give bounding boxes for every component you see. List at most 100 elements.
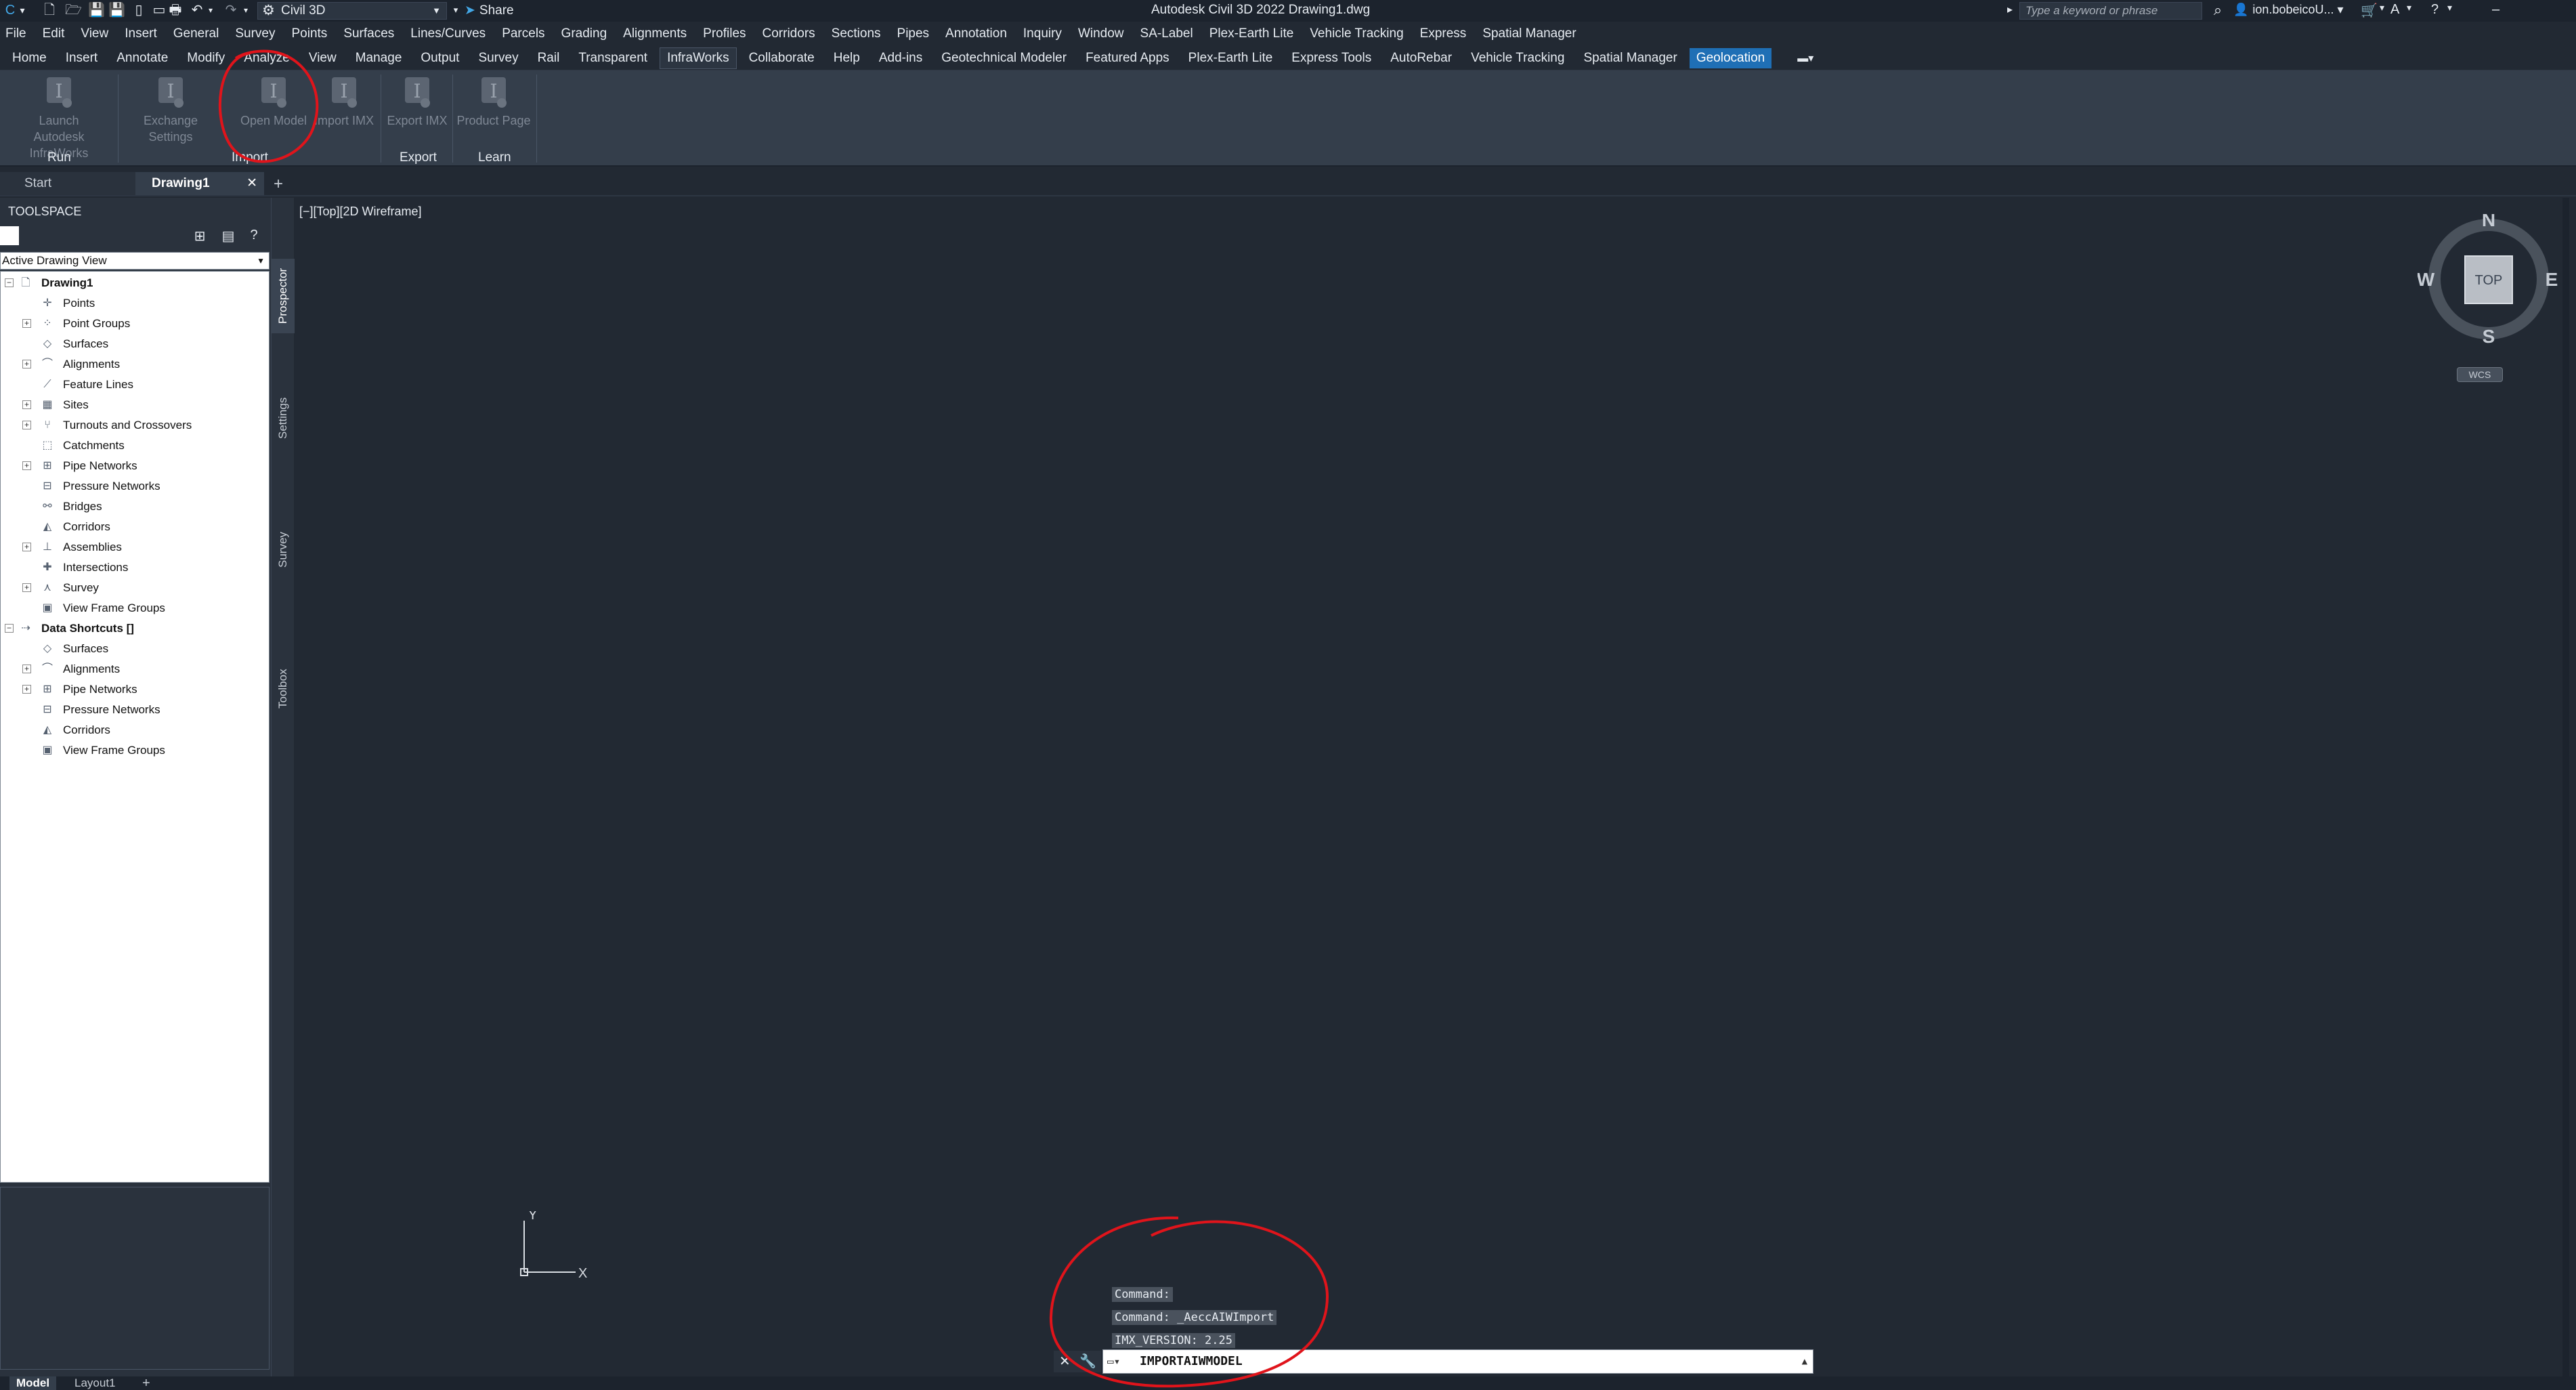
- save-icon[interactable]: 💾: [88, 3, 105, 18]
- cart-icon[interactable]: 🛒: [2361, 2, 2378, 19]
- ribbon-tab-add-ins[interactable]: Add-ins: [872, 48, 929, 68]
- add-layout-plus-icon[interactable]: +: [135, 1376, 157, 1390]
- open-file-icon[interactable]: 🗁: [65, 3, 82, 18]
- close-icon[interactable]: ✕: [1059, 1354, 1071, 1369]
- workspace-select[interactable]: ⚙ Civil 3D ▼: [257, 2, 447, 20]
- new-file-icon[interactable]: 🗋: [42, 3, 57, 18]
- ribbon-tab-output[interactable]: Output: [414, 48, 466, 68]
- viewport-controls-label[interactable]: [−][Top][2D Wireframe]: [299, 205, 422, 219]
- menu-profiles[interactable]: Profiles: [703, 26, 746, 41]
- ribbon-tab-vehicle-tracking[interactable]: Vehicle Tracking: [1464, 48, 1571, 68]
- menu-sa-label[interactable]: SA-Label: [1140, 26, 1193, 41]
- ribbon-tab-collaborate[interactable]: Collaborate: [742, 48, 821, 68]
- menu-spatial-manager[interactable]: Spatial Manager: [1482, 26, 1576, 41]
- ribbon-tab-autorebar[interactable]: AutoRebar: [1383, 48, 1459, 68]
- autodesk-app-icon[interactable]: A: [2390, 2, 2399, 18]
- expand-icon[interactable]: +: [22, 421, 31, 429]
- ribbon-tab-annotate[interactable]: Annotate: [110, 48, 175, 68]
- minimize-icon[interactable]: –: [2492, 2, 2499, 18]
- recent-commands-icon[interactable]: ▭▾: [1107, 1350, 1120, 1373]
- menu-express[interactable]: Express: [1420, 26, 1467, 41]
- compass-south[interactable]: S: [2483, 326, 2495, 347]
- ribbon-tab-insert[interactable]: Insert: [59, 48, 105, 68]
- menu-sections[interactable]: Sections: [832, 26, 881, 41]
- menu-file[interactable]: File: [5, 26, 26, 41]
- import-imx-button[interactable]: I Import IMX: [306, 75, 382, 129]
- compass-north[interactable]: N: [2482, 214, 2495, 230]
- wcs-menu[interactable]: WCS: [2457, 367, 2503, 382]
- menu-points[interactable]: Points: [292, 26, 328, 41]
- tab-settings[interactable]: Settings: [272, 387, 295, 448]
- ribbon-options-icon[interactable]: ▬▾: [1797, 51, 1813, 65]
- undo-chevron-icon[interactable]: ▾: [203, 3, 218, 18]
- menu-inquiry[interactable]: Inquiry: [1023, 26, 1062, 41]
- menu-parcels[interactable]: Parcels: [502, 26, 544, 41]
- menu-lines-curves[interactable]: Lines/Curves: [410, 26, 486, 41]
- exchange-settings-button[interactable]: I Exchange Settings: [123, 75, 218, 145]
- expand-icon[interactable]: +: [22, 685, 31, 694]
- ribbon-tab-express-tools[interactable]: Express Tools: [1285, 48, 1378, 68]
- menu-alignments[interactable]: Alignments: [623, 26, 687, 41]
- ribbon-tab-modify[interactable]: Modify: [180, 48, 232, 68]
- menu-vehicle-tracking[interactable]: Vehicle Tracking: [1310, 26, 1403, 41]
- ribbon-tab-transparent[interactable]: Transparent: [572, 48, 654, 68]
- menu-pipes[interactable]: Pipes: [897, 26, 930, 41]
- app-chevron-icon[interactable]: ▾: [2407, 2, 2411, 14]
- undo-icon[interactable]: ↶: [190, 3, 205, 18]
- file-tab-start[interactable]: Start: [0, 172, 135, 195]
- drawing-view-select[interactable]: Active Drawing View ▼: [0, 252, 270, 270]
- viewport-scrollbar[interactable]: [2562, 198, 2569, 1376]
- command-input[interactable]: ▭▾ IMPORTAIWMODEL ▲: [1102, 1349, 1813, 1374]
- customize-quick-access-icon[interactable]: ▾: [448, 3, 463, 18]
- app-menu-chevron-icon[interactable]: ▾: [15, 3, 30, 18]
- search-icon[interactable]: ⌕: [2209, 1, 2227, 19]
- ribbon-tab-featured-apps[interactable]: Featured Apps: [1079, 48, 1176, 68]
- ribbon-tab-spatial-manager[interactable]: Spatial Manager: [1576, 48, 1683, 68]
- tab-survey[interactable]: Survey: [272, 523, 295, 577]
- cloud-open-icon[interactable]: ▭: [152, 3, 167, 18]
- menu-surfaces[interactable]: Surfaces: [343, 26, 394, 41]
- ribbon-tab-geotechnical-modeler[interactable]: Geotechnical Modeler: [935, 48, 1073, 68]
- expand-icon[interactable]: +: [22, 360, 31, 368]
- help-icon[interactable]: ?: [2431, 2, 2439, 18]
- export-imx-button[interactable]: I Export IMX: [383, 75, 451, 129]
- tab-prospector[interactable]: Prospector: [272, 259, 295, 333]
- compass-east[interactable]: E: [2546, 269, 2558, 290]
- menu-plex-earth-lite[interactable]: Plex-Earth Lite: [1209, 26, 1294, 41]
- tab-toolbox[interactable]: Toolbox: [272, 658, 295, 719]
- menu-window[interactable]: Window: [1078, 26, 1124, 41]
- new-tab-plus-icon[interactable]: +: [274, 175, 283, 194]
- collapse-icon[interactable]: −: [5, 624, 14, 633]
- cart-chevron-icon[interactable]: ▾: [2380, 2, 2384, 14]
- user-account[interactable]: 👤 ion.bobeicoU... ▾: [2233, 3, 2344, 17]
- ribbon-tab-plex-earth-lite[interactable]: Plex-Earth Lite: [1182, 48, 1280, 68]
- menu-corridors[interactable]: Corridors: [763, 26, 815, 41]
- item-view-icon[interactable]: ▤: [219, 228, 237, 244]
- tab-model[interactable]: Model: [9, 1376, 57, 1390]
- menu-general[interactable]: General: [173, 26, 219, 41]
- share-button[interactable]: ➤ Share: [465, 2, 514, 20]
- viewcube[interactable]: TOP N S E W: [2418, 214, 2560, 363]
- expand-icon[interactable]: +: [22, 543, 31, 551]
- file-tab-drawing1[interactable]: Drawing1 ✕: [135, 172, 264, 195]
- open-model-button[interactable]: I Open Model: [233, 75, 314, 129]
- redo-chevron-icon[interactable]: ▾: [238, 3, 253, 18]
- tab-layout1[interactable]: Layout1: [68, 1376, 123, 1390]
- search-expand-icon[interactable]: ▸: [2007, 3, 2013, 16]
- compass-west[interactable]: W: [2418, 269, 2435, 290]
- close-icon[interactable]: ✕: [246, 172, 257, 195]
- product-page-button[interactable]: I Product Page: [454, 75, 534, 129]
- wrench-icon[interactable]: 🔧: [1079, 1354, 1096, 1369]
- drawing-viewport[interactable]: [−][Top][2D Wireframe] TOP N S E W WCS Y…: [297, 198, 2569, 1376]
- print-icon[interactable]: 🖶: [168, 3, 183, 18]
- ribbon-tab-view[interactable]: View: [302, 48, 343, 68]
- expand-icon[interactable]: +: [22, 583, 31, 592]
- redo-icon[interactable]: ↷: [223, 3, 238, 18]
- expand-icon[interactable]: +: [22, 319, 31, 328]
- collapse-icon[interactable]: −: [5, 278, 14, 287]
- menu-insert[interactable]: Insert: [125, 26, 157, 41]
- menu-annotation[interactable]: Annotation: [945, 26, 1007, 41]
- ribbon-tab-rail[interactable]: Rail: [531, 48, 567, 68]
- save-as-icon[interactable]: 💾: [108, 3, 125, 18]
- ribbon-tab-manage[interactable]: Manage: [349, 48, 409, 68]
